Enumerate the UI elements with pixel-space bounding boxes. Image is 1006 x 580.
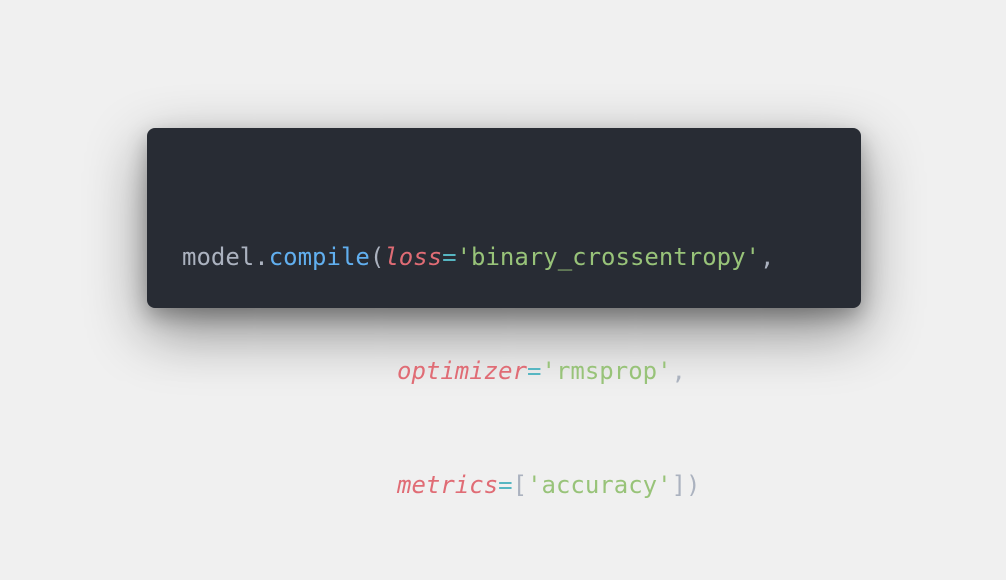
code-dot: . [254,243,269,271]
code-object: model [182,243,255,271]
code-param-metrics: metrics [397,471,499,499]
code-snippet-card: model.compile(loss='binary_crossentropy'… [147,128,861,499]
code-close: ]) [671,471,701,499]
code-open-paren: ( [369,243,385,271]
code-line-1: model.compile(loss='binary_crossentropy'… [182,238,774,276]
code-block: model.compile(loss='binary_crossentropy'… [182,162,774,580]
code-param-optimizer: optimizer [397,357,528,385]
code-comma: , [671,357,686,385]
code-equals: = [442,243,457,271]
code-value-metrics: 'accuracy' [527,471,672,499]
code-line-2: optimizer='rmsprop', [182,352,774,390]
code-equals: = [527,357,542,385]
code-method: compile [268,243,370,271]
code-line-3: metrics=['accuracy']) [182,466,774,504]
code-param-loss: loss [384,243,443,271]
code-value-loss: 'binary_crossentropy' [456,243,760,271]
code-open-bracket: [ [512,471,528,499]
code-value-optimizer: 'rmsprop' [541,357,672,385]
code-comma: , [760,243,775,271]
code-equals: = [498,471,513,499]
